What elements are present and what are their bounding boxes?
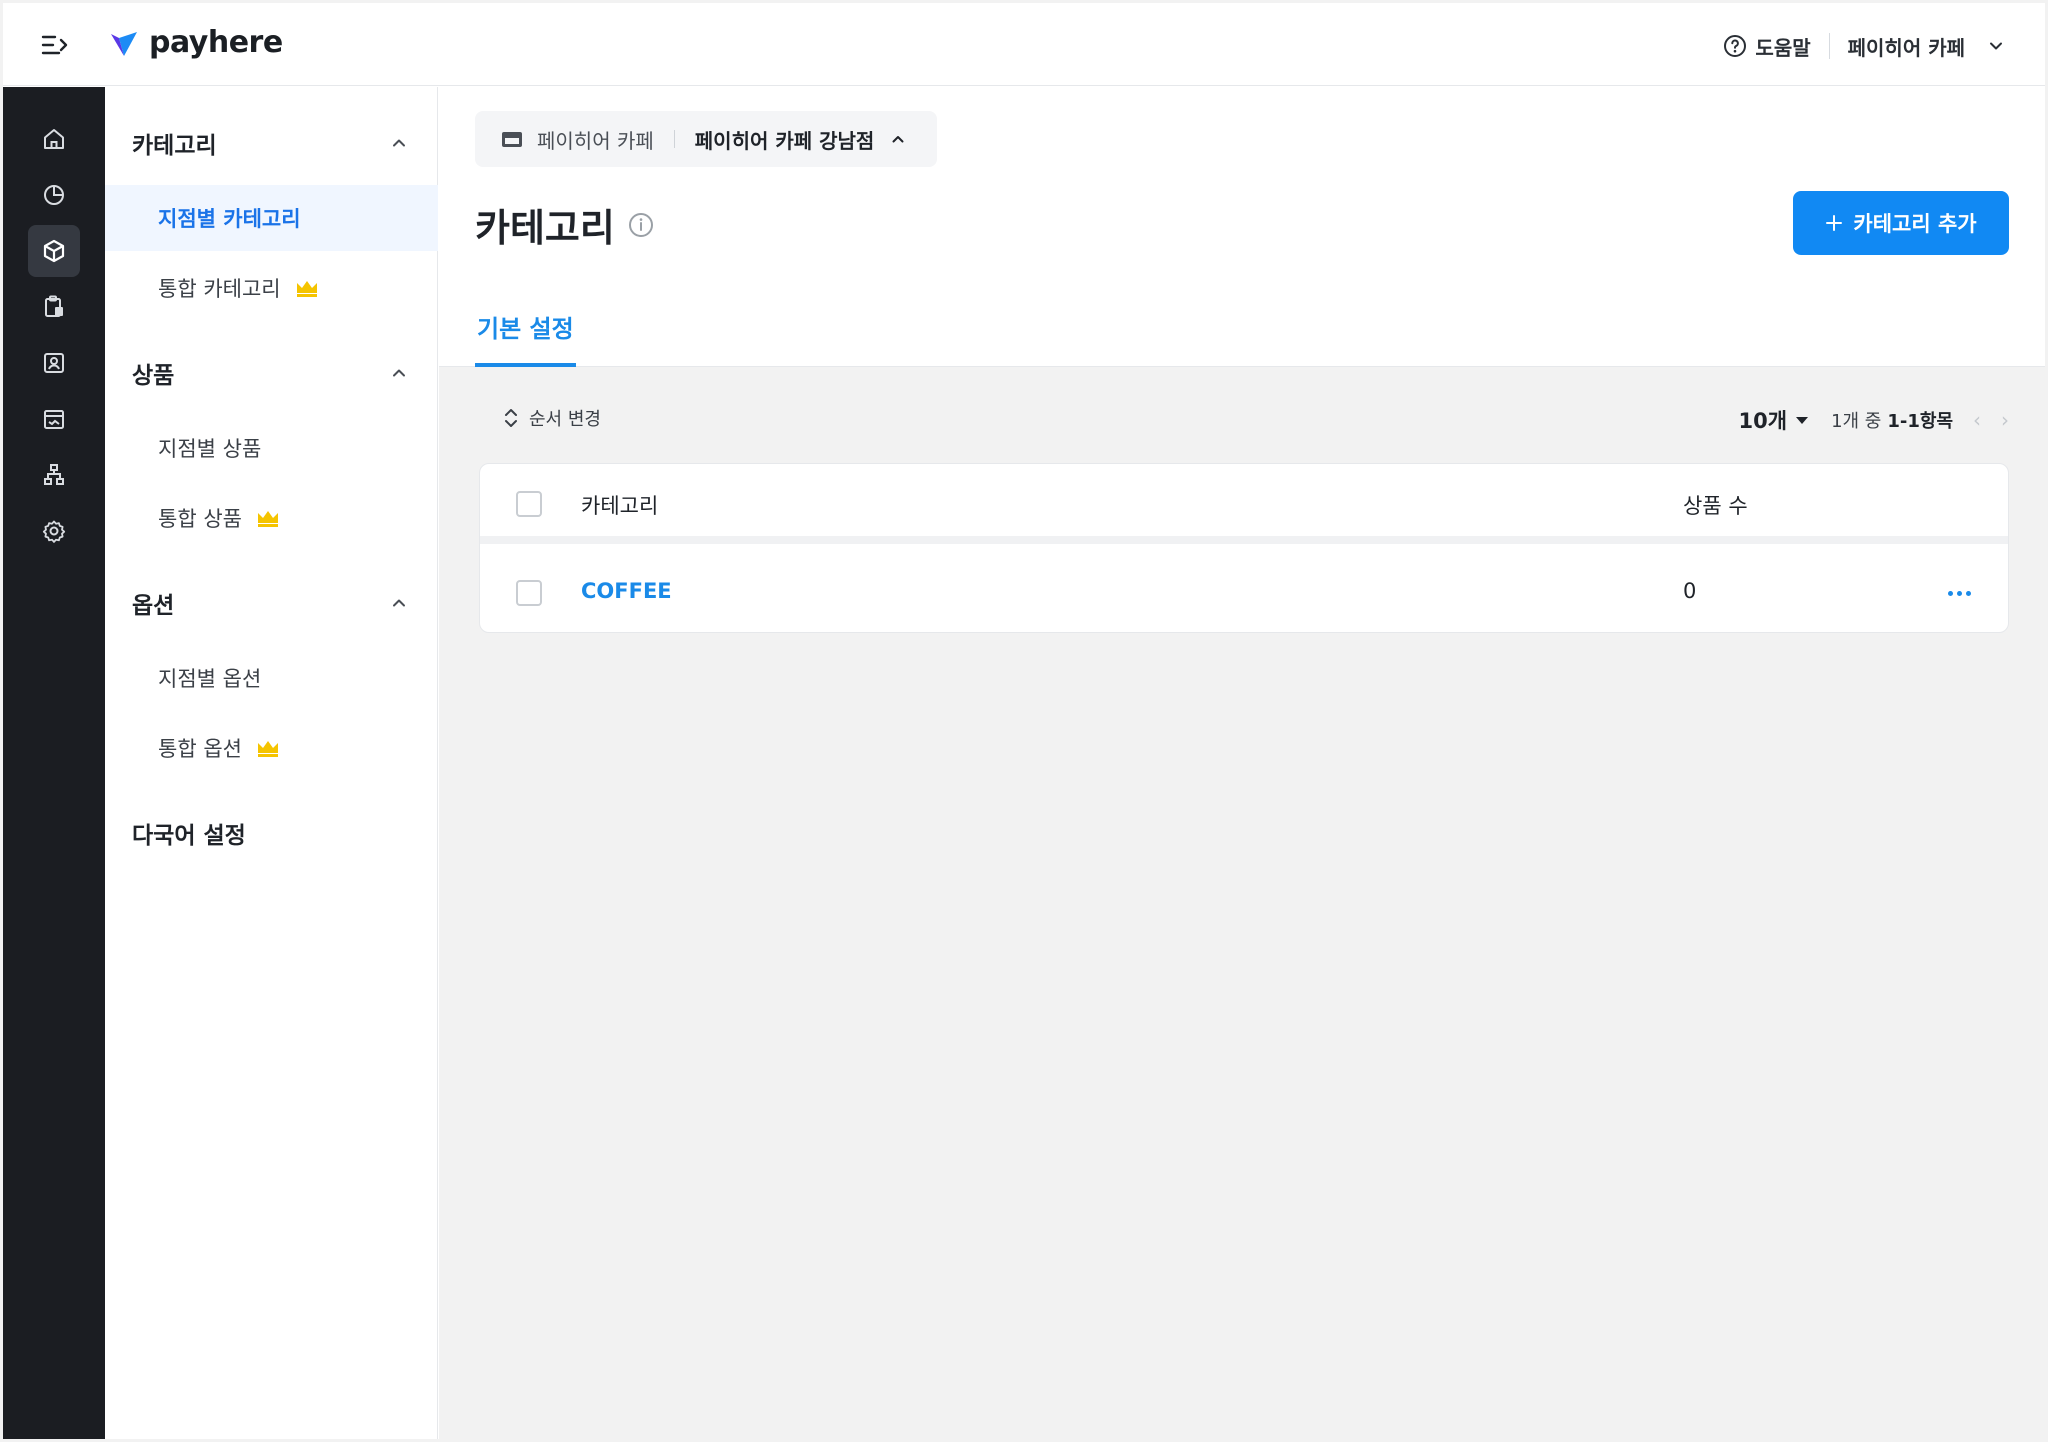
more-options-icon[interactable] (1939, 578, 1979, 608)
next-page-icon[interactable]: › (2001, 408, 2009, 432)
home-icon (44, 129, 64, 149)
section-label-category: 카테고리 (132, 133, 217, 159)
section-label-option: 옵션 (132, 593, 175, 619)
payhere-logo-icon (111, 31, 137, 56)
menu-toggle-icon[interactable] (39, 29, 71, 61)
page-info-range: 1-1항목 (1887, 411, 1953, 432)
gear-icon (42, 520, 66, 543)
pagination: 10개 1개 중 1-1항목 ‹ › (1739, 405, 2009, 435)
submenu-section-category[interactable]: 카테고리 (105, 115, 438, 171)
submenu-section-product[interactable]: 상품 (105, 345, 438, 401)
submenu-item-product-by-branch[interactable]: 지점별 상품 (105, 415, 438, 481)
chevron-up-icon (892, 136, 904, 143)
reorder-label: 순서 변경 (529, 409, 601, 430)
page-size-value: 10개 (1738, 409, 1788, 433)
icon-rail (3, 87, 105, 1439)
submenu-item-label: 지점별 상품 (158, 437, 262, 461)
rail-item-settings[interactable] (28, 505, 80, 557)
store-brand-label: 페이히어 카페 (537, 128, 654, 153)
submenu-item-product-integrated[interactable]: 통합 상품 (105, 485, 438, 551)
crown-icon (296, 281, 317, 297)
submenu-item-option-integrated[interactable]: 통합 옵션 (105, 715, 438, 781)
submenu-item-label: 지점별 옵션 (158, 667, 262, 691)
section-label-multilang: 다국어 설정 (132, 823, 246, 849)
rail-item-orders[interactable] (28, 281, 80, 333)
crown-icon (257, 511, 278, 527)
org-chart-icon (44, 464, 64, 485)
column-header-category: 카테고리 (581, 494, 659, 518)
category-table: 카테고리 상품 수 COFFEE 0 (479, 463, 2009, 633)
tab-basic-settings[interactable]: 기본 설정 (475, 309, 576, 367)
product-count-value: 0 (1683, 579, 1697, 603)
prev-page-icon[interactable]: ‹ (1973, 408, 1981, 432)
category-name-link[interactable]: COFFEE (581, 579, 672, 603)
submenu-item-label: 통합 카테고리 (158, 277, 281, 301)
submenu-section-option[interactable]: 옵션 (105, 575, 438, 631)
submenu-panel: 카테고리 지점별 카테고리 통합 카테고리 상품 지점별 상품 통합 상품 옵션… (105, 87, 438, 1439)
rail-item-analytics[interactable] (28, 169, 80, 221)
submenu-item-label: 통합 상품 (158, 507, 242, 531)
chevron-up-icon (393, 139, 405, 147)
submenu-item-multilang[interactable]: 다국어 설정 (105, 805, 438, 861)
tab-label: 기본 설정 (477, 315, 574, 343)
submenu-item-category-integrated[interactable]: 통합 카테고리 (105, 255, 438, 321)
page-title: 카테고리 (475, 197, 655, 252)
main-content: 페이히어 카페 페이히어 카페 강남점 카테고리 카테고리 추가 기본 설정 순… (439, 87, 2045, 1439)
row-checkbox[interactable] (516, 580, 542, 606)
rail-item-organization[interactable] (28, 449, 80, 501)
rail-item-stores[interactable] (28, 393, 80, 445)
payhere-logo[interactable]: payhere (109, 25, 283, 60)
top-bar: payhere 도움말 페이히어 카페 (3, 3, 2045, 86)
table-header: 카테고리 상품 수 (480, 464, 2008, 544)
store-account-label: 페이히어 카페 (1847, 35, 1965, 60)
submenu-item-category-by-branch[interactable]: 지점별 카테고리 (105, 185, 438, 251)
section-label-product: 상품 (132, 363, 175, 389)
page-size-select[interactable]: 10개 (1739, 405, 1810, 435)
list-toolbar: 순서 변경 10개 1개 중 1-1항목 ‹ › (475, 405, 2009, 437)
rail-item-products[interactable] (28, 225, 80, 277)
caret-down-icon (1796, 417, 1809, 424)
table-row: COFFEE 0 (480, 552, 2008, 632)
plus-icon (1826, 215, 1843, 231)
chevron-up-icon (393, 599, 405, 607)
submenu-item-option-by-branch[interactable]: 지점별 옵션 (105, 645, 438, 711)
crown-icon (257, 741, 278, 757)
box-icon (43, 239, 65, 263)
store-branch-label: 페이히어 카페 강남점 (694, 128, 875, 153)
submenu-item-label: 통합 옵션 (158, 737, 242, 761)
chevron-up-icon (393, 369, 405, 377)
pie-chart-icon (44, 185, 64, 205)
storefront-icon (44, 410, 64, 429)
top-divider (1828, 33, 1830, 59)
page-title-text: 카테고리 (475, 206, 615, 250)
app-frame: payhere 도움말 페이히어 카페 카테고리 지점별 카테고리 통합 카테고… (3, 3, 2045, 1439)
add-category-button[interactable]: 카테고리 추가 (1793, 191, 2009, 255)
info-icon[interactable] (627, 211, 655, 239)
select-all-checkbox[interactable] (516, 491, 542, 517)
chevron-down-icon (1990, 42, 2002, 50)
sort-arrows-icon (505, 409, 517, 427)
rail-item-home[interactable] (28, 113, 80, 165)
help-circle-icon (1724, 35, 1747, 57)
top-right-controls: 도움말 페이히어 카페 (1723, 29, 2005, 63)
store-icon (502, 132, 522, 147)
store-account-menu[interactable]: 페이히어 카페 (1848, 32, 2005, 61)
store-selector[interactable]: 페이히어 카페 페이히어 카페 강남점 (475, 111, 937, 167)
add-category-label: 카테고리 추가 (1853, 212, 1977, 236)
help-label: 도움말 (1755, 35, 1811, 60)
column-header-product-count: 상품 수 (1683, 494, 1748, 518)
clipboard-icon (45, 295, 63, 317)
help-button[interactable]: 도움말 (1723, 32, 1811, 61)
store-selector-divider (673, 130, 675, 148)
page-header: 페이히어 카페 페이히어 카페 강남점 카테고리 카테고리 추가 기본 설정 (439, 87, 2045, 367)
rail-item-customers[interactable] (28, 337, 80, 389)
reorder-button[interactable]: 순서 변경 (503, 405, 601, 431)
submenu-item-label: 지점별 카테고리 (158, 207, 301, 231)
contact-card-icon (44, 353, 64, 373)
page-info-prefix: 1개 중 (1831, 411, 1882, 432)
logo-text: payhere (149, 25, 283, 60)
